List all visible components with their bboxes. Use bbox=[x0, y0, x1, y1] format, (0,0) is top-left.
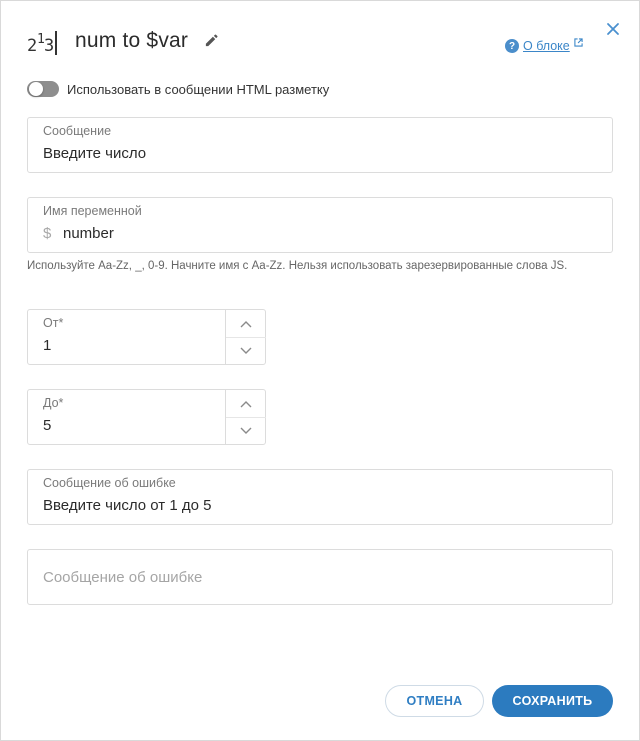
to-stepper bbox=[225, 390, 266, 444]
html-markup-toggle-row: Использовать в сообщении HTML разметку bbox=[27, 81, 329, 97]
from-number-field[interactable]: От* 1 bbox=[27, 309, 266, 365]
error-message-empty-field[interactable]: Сообщение об ошибке bbox=[27, 549, 613, 605]
block-title: num to $var bbox=[75, 29, 189, 52]
variable-name-label: Имя переменной bbox=[43, 204, 142, 218]
message-field[interactable]: Сообщение Введите число bbox=[27, 117, 613, 173]
save-button[interactable]: СОХРАНИТЬ bbox=[492, 685, 613, 717]
from-label: От* bbox=[43, 316, 64, 330]
dollar-prefix: $ bbox=[43, 225, 52, 242]
from-decrement-button[interactable] bbox=[226, 337, 266, 364]
to-increment-button[interactable] bbox=[226, 390, 266, 417]
variable-name-field[interactable]: Имя переменной $ number bbox=[27, 197, 613, 253]
question-circle-icon: ? bbox=[505, 39, 519, 53]
svg-text:3: 3 bbox=[44, 36, 54, 56]
message-field-label: Сообщение bbox=[43, 124, 112, 138]
close-icon[interactable] bbox=[605, 21, 621, 37]
chevron-up-icon bbox=[240, 320, 252, 327]
to-label: До* bbox=[43, 396, 64, 410]
about-block-link[interactable]: ? О блоке bbox=[505, 37, 583, 53]
to-decrement-button[interactable] bbox=[226, 417, 266, 444]
to-number-field[interactable]: До* 5 bbox=[27, 389, 266, 445]
chevron-up-icon bbox=[240, 400, 252, 407]
svg-text:2: 2 bbox=[27, 36, 37, 56]
error-message-label: Сообщение об ошибке bbox=[43, 476, 176, 490]
block-settings-panel: 2 1 3 num to $var ? О блоке Использовать… bbox=[0, 0, 640, 741]
message-field-value[interactable]: Введите число bbox=[43, 145, 146, 162]
toggle-knob bbox=[29, 82, 43, 96]
html-markup-toggle[interactable] bbox=[27, 81, 59, 97]
chevron-down-icon bbox=[240, 347, 252, 354]
cancel-button[interactable]: ОТМЕНА bbox=[385, 685, 484, 717]
error-message-value[interactable]: Введите число от 1 до 5 bbox=[43, 497, 211, 514]
pencil-icon[interactable] bbox=[204, 33, 219, 48]
to-value[interactable]: 5 bbox=[43, 417, 51, 434]
from-increment-button[interactable] bbox=[226, 310, 266, 337]
number-block-icon: 2 1 3 bbox=[27, 31, 57, 56]
variable-name-hint: Используйте Aa-Zz, _, 0-9. Начните имя с… bbox=[27, 260, 568, 272]
variable-name-value[interactable]: number bbox=[63, 225, 114, 242]
error-message-placeholder[interactable]: Сообщение об ошибке bbox=[43, 569, 202, 586]
from-stepper bbox=[225, 310, 266, 364]
error-message-field[interactable]: Сообщение об ошибке Введите число от 1 д… bbox=[27, 469, 613, 525]
html-markup-toggle-label: Использовать в сообщении HTML разметку bbox=[67, 81, 330, 97]
chevron-down-icon bbox=[240, 427, 252, 434]
external-link-icon bbox=[574, 37, 583, 47]
about-block-label[interactable]: О блоке bbox=[523, 39, 570, 53]
from-value[interactable]: 1 bbox=[43, 337, 51, 354]
